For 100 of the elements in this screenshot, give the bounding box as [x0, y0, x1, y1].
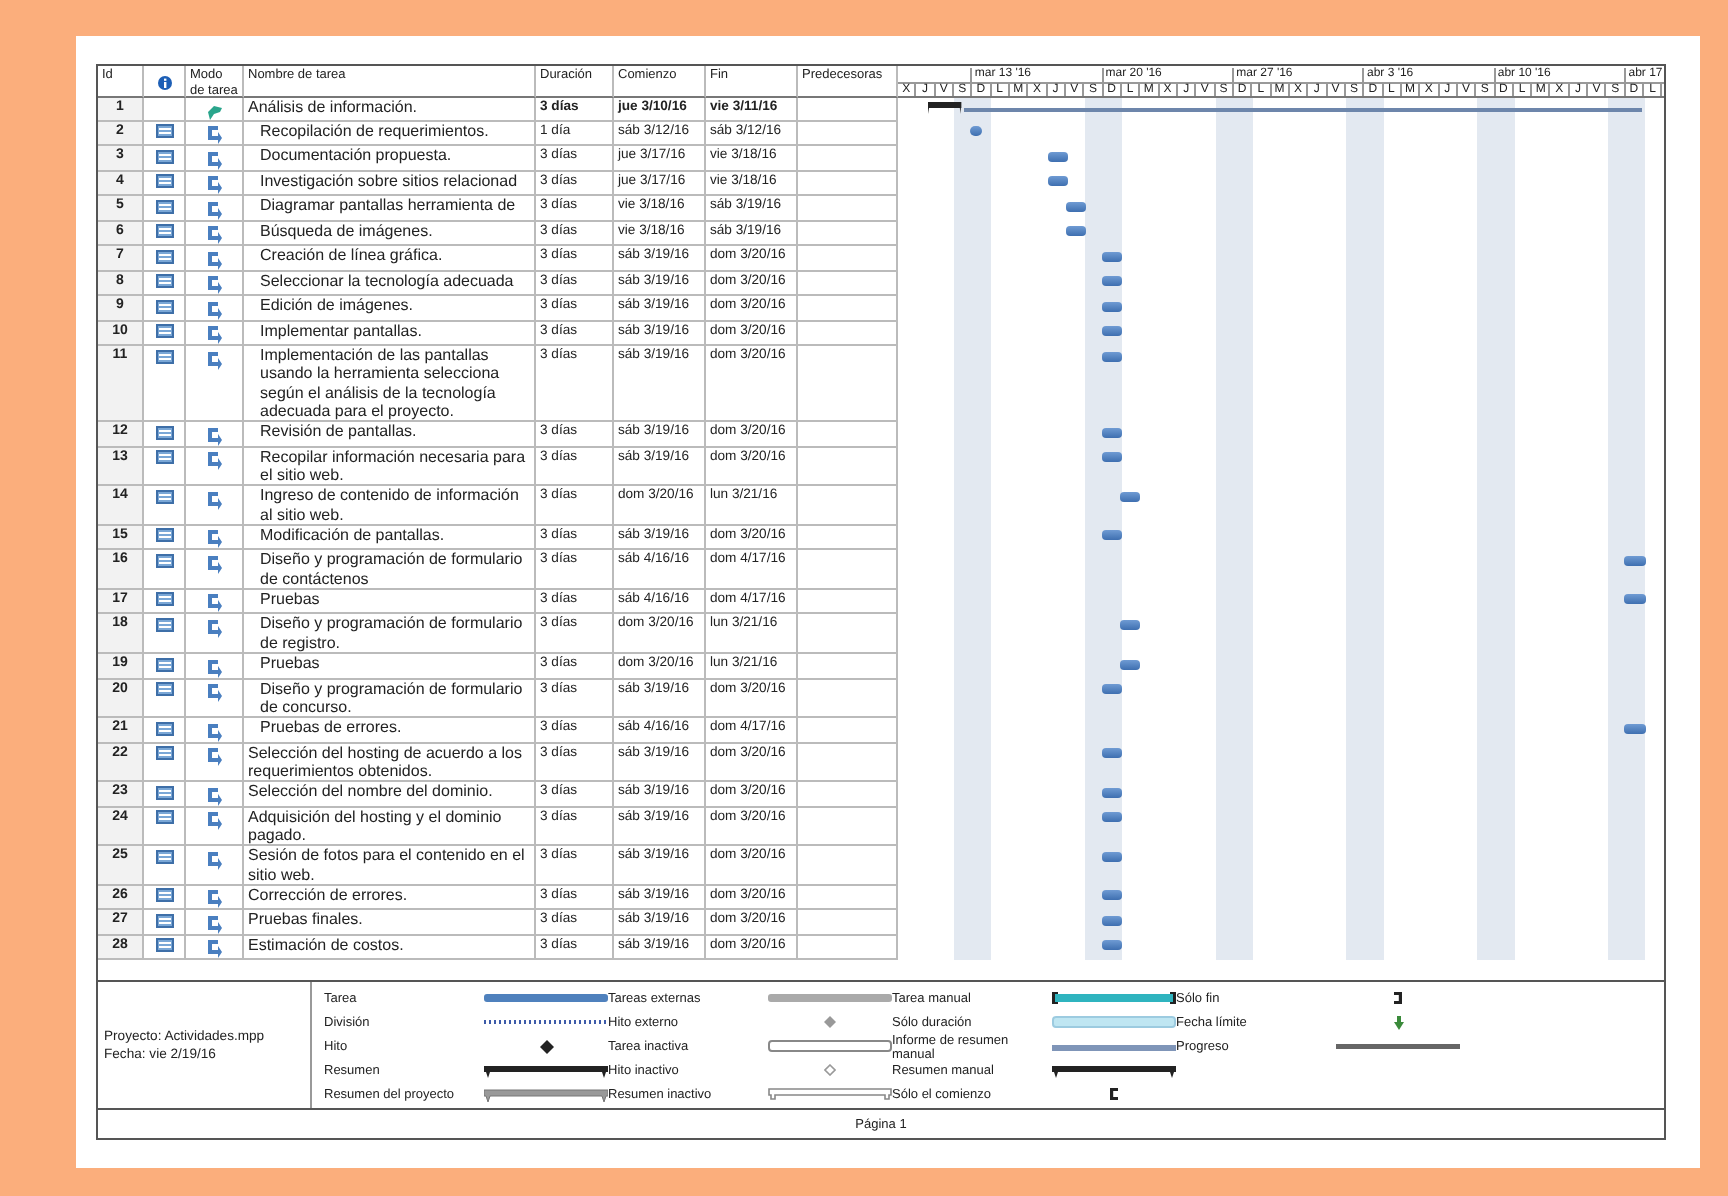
predecessor-cell: [798, 885, 898, 911]
task-mode-icon: [206, 199, 222, 219]
pin-icon: [205, 101, 223, 119]
task-bar: [1101, 915, 1123, 926]
task-mode-icon: [206, 224, 222, 244]
duration-bar-sample: [1052, 1016, 1176, 1028]
task-bar-sample: [484, 992, 608, 1004]
task-bar: [1624, 555, 1646, 566]
table-icon: [155, 913, 173, 928]
diamond-icon: [824, 1064, 836, 1076]
task-mode-icon: [206, 746, 222, 767]
task-mode-icon: [206, 682, 222, 703]
table-icon: [155, 657, 173, 672]
task-mode-icon: [206, 299, 222, 319]
task-bar: [1047, 176, 1069, 186]
bracket-icon: [1394, 992, 1402, 1004]
predecessor-cell: [798, 171, 898, 196]
predecessor-cell: [798, 525, 898, 551]
task-name: Diseño y programación de formulario de registro.: [244, 614, 536, 655]
task-bar: [1120, 619, 1141, 630]
task-name: Pruebas: [244, 589, 536, 615]
task-bar: [1047, 151, 1069, 161]
task-mode-icon: [206, 592, 222, 613]
task-bar: [970, 126, 983, 136]
task-bar: [1066, 226, 1087, 236]
table-icon: [155, 617, 173, 632]
task-mode-icon: [206, 324, 222, 344]
task-mode-icon: [206, 274, 222, 294]
table-icon: [155, 425, 173, 440]
task-bar: [1101, 530, 1123, 541]
predecessor-cell: [798, 98, 898, 121]
task-mode-icon: [206, 528, 222, 549]
task-bar: [1101, 684, 1123, 695]
table-icon: [155, 785, 173, 800]
task-bar: [1101, 276, 1123, 286]
predecessor-cell: [798, 679, 898, 719]
summary-bar: [928, 101, 963, 113]
table-icon: [155, 721, 173, 736]
predecessor-cell: [798, 807, 898, 847]
task-name: Implementar pantallas.: [244, 321, 536, 346]
task-mode-icon: [206, 149, 222, 169]
predecessor-cell: [798, 743, 898, 783]
task-bar: [1101, 890, 1123, 901]
task-name: Adquisición del hosting y el dominio pagado.: [244, 807, 536, 847]
table-icon: [155, 528, 173, 543]
table-icon: [155, 682, 173, 697]
info-icon: [157, 76, 171, 90]
predecessor-cell: [798, 935, 898, 961]
predecessor-cell: [798, 846, 898, 886]
predecessor-cell: [798, 910, 898, 936]
task-name: Modificación de pantallas.: [244, 525, 536, 551]
predecessor-cell: [798, 422, 898, 448]
predecessor-cell: [798, 447, 898, 487]
task-name: Ingreso de contenido de información al sitio web.: [244, 486, 536, 526]
task-name: Edición de imágenes.: [244, 296, 536, 321]
summary-bar-sample: [484, 1063, 608, 1077]
task-name: Estimación de costos.: [244, 935, 536, 961]
table-icon: [155, 592, 173, 607]
table-icon: [155, 124, 173, 138]
table-icon: [155, 224, 173, 238]
task-bar: [1624, 723, 1646, 734]
predecessor-cell: [798, 550, 898, 590]
task-mode-icon: [206, 721, 222, 742]
table-icon: [155, 274, 173, 288]
task-mode-icon: [206, 124, 222, 144]
task-mode-icon: [206, 657, 222, 678]
task-mode-icon: [206, 913, 222, 934]
table-icon: [155, 746, 173, 761]
task-name: Pruebas de errores.: [244, 718, 536, 744]
diamond-icon: [539, 1039, 553, 1053]
dotted-line-sample: [484, 1016, 608, 1028]
table-icon: [155, 199, 173, 213]
predecessor-cell: [798, 296, 898, 321]
task-bar: [1120, 491, 1141, 502]
manual-bar-sample: [1052, 992, 1176, 1004]
task-mode-icon: [206, 425, 222, 446]
task-bar: [1101, 301, 1123, 311]
task-bar: [1101, 326, 1123, 336]
task-name: Revisión de pantallas.: [244, 422, 536, 448]
task-mode-icon: [206, 553, 222, 574]
task-mode-icon: [206, 617, 222, 638]
task-mode-icon: [206, 810, 222, 831]
task-name: Diseño y programación de formulario de contáctenos: [244, 550, 536, 590]
predecessor-cell: [798, 121, 898, 146]
task-mode-icon: [206, 450, 222, 471]
task-name: Creación de línea gráfica.: [244, 246, 536, 271]
predecessor-cell: [798, 782, 898, 808]
predecessor-cell: [798, 246, 898, 271]
predecessor-cell: [798, 146, 898, 171]
progress-bar-sample: [1336, 1042, 1460, 1050]
predecessor-cell: [798, 614, 898, 655]
inactive-summary-sample: [768, 1088, 892, 1100]
predecessor-cell: [798, 654, 898, 680]
predecessor-cell: [798, 196, 898, 221]
task-name: Recopilar información necesaria para el sitio web.: [244, 447, 536, 487]
task-name: Búsqueda de imágenes.: [244, 221, 536, 246]
summary-bar-sample: [1052, 1063, 1176, 1077]
task-mode-icon: [206, 489, 222, 510]
table-icon: [155, 849, 173, 864]
task-name: Análisis de información.: [244, 98, 536, 121]
